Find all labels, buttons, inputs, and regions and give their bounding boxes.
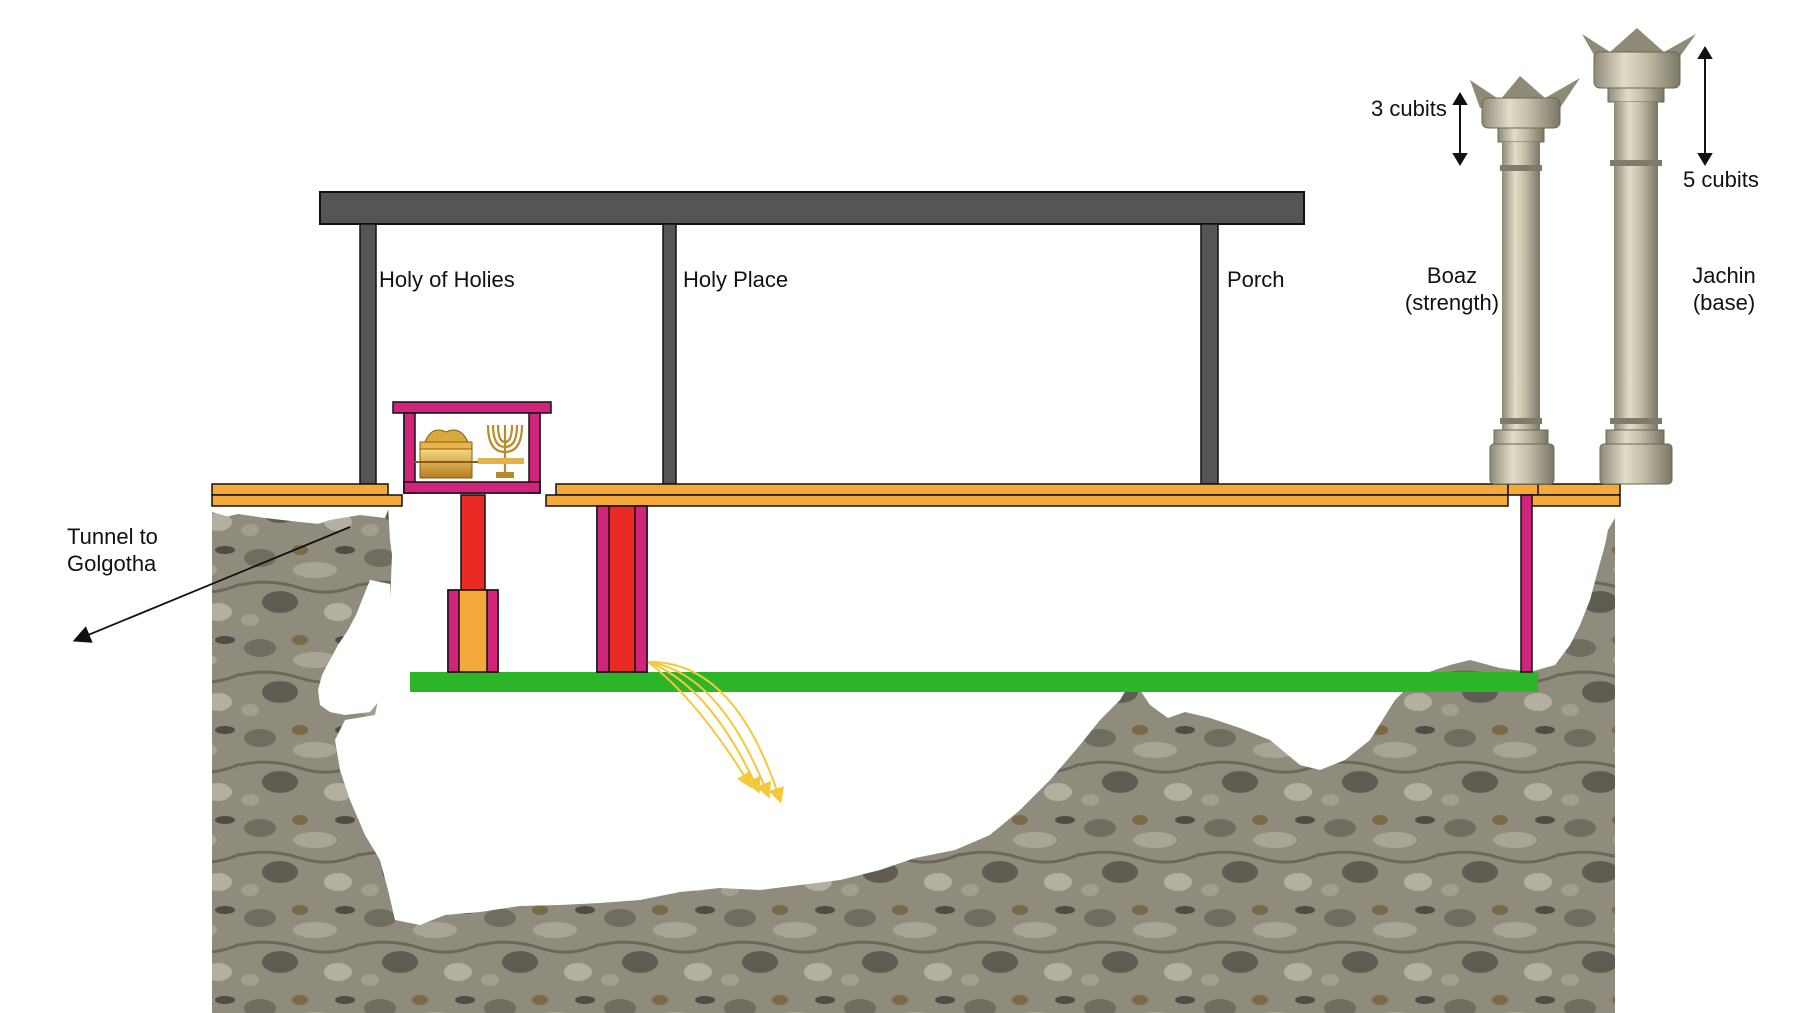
jachin-capital-measure-arrow [1697,46,1713,166]
label-boaz-name: Boaz [1427,263,1477,288]
jachin-pillar [1582,28,1696,485]
roof-beam [319,191,1305,225]
label-tunnel-line2: Golgotha [67,551,157,576]
ark-support-column [447,494,499,673]
wall-post-porch [1200,223,1219,485]
rock-foundation [212,505,1615,1013]
boaz-capital-measure-arrow [1452,92,1468,166]
temple-cross-section-diagram: Holy of Holies Holy Place Porch Boaz (st… [67,28,1759,1013]
label-boaz-meaning: (strength) [1405,290,1499,315]
label-jachin-name: Jachin [1692,263,1756,288]
wall-post-holy-of-holies [359,223,377,485]
holy-place-support-column [596,505,648,673]
wall-post-holy-place [662,223,677,485]
label-boaz-capital-height: 3 cubits [1371,96,1447,121]
pillar-support-post [1520,494,1533,673]
green-foundation-beam [410,672,1538,692]
label-jachin-capital-height: 5 cubits [1683,167,1759,192]
label-porch: Porch [1227,267,1284,292]
label-holy-of-holies: Holy of Holies [379,267,515,292]
label-holy-place: Holy Place [683,267,788,292]
label-jachin-meaning: (base) [1693,290,1755,315]
label-tunnel-line1: Tunnel to [67,524,158,549]
boaz-pillar [1470,76,1580,485]
